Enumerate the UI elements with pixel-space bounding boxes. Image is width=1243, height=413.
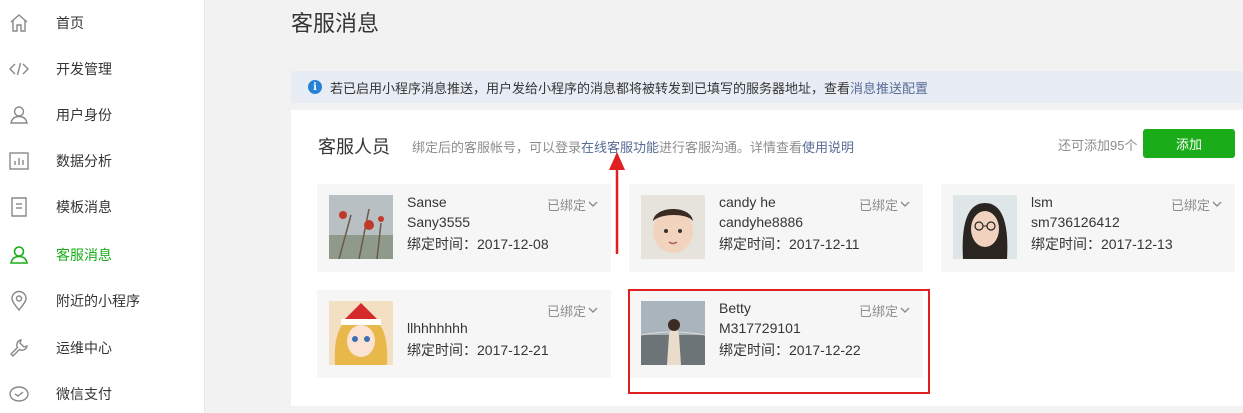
sidebar-item-user-identity[interactable]: 用户身份 [0,92,205,138]
sidebar-item-label: 开发管理 [56,61,112,77]
location-pin-icon [8,290,30,312]
card-bind-time: 绑定时间：2017-12-08 [407,236,549,252]
bind-status-dropdown[interactable]: 已绑定 [1171,195,1222,214]
panel-description: 绑定后的客服帐号，可以登录在线客服功能进行客服沟通。详情查看使用说明 [412,137,854,156]
sidebar-item-nearby-mini-program[interactable]: 附近的小程序 [0,278,205,324]
card-account: sm736126412 [1031,214,1120,230]
card-account: candyhe8886 [719,214,804,230]
service-account-card[interactable]: lsm sm736126412 绑定时间：2017-12-13 已绑定 [941,184,1235,272]
avatar [641,195,705,259]
sidebar-item-label: 客服消息 [56,247,112,263]
sidebar-item-label: 模板消息 [56,199,112,215]
panel-title: 客服人员 [318,137,390,157]
status-label: 已绑定 [858,198,898,213]
card-account: llhhhhhhh [407,320,468,336]
avatar [329,301,393,365]
home-icon [8,12,30,34]
usage-guide-link[interactable]: 使用说明 [802,140,854,155]
document-icon [8,196,30,218]
bind-status-dropdown[interactable]: 已绑定 [547,195,598,214]
service-account-card[interactable]: candy he candyhe8886 绑定时间：2017-12-11 已绑定 [629,184,923,272]
user-icon [8,244,30,266]
notice-bar: i 若已启用小程序消息推送，用户发给小程序的消息都将被转发到已填写的服务器地址，… [291,71,1243,103]
quota-text: 还可添加95个 [1058,138,1138,153]
bar-chart-icon [8,150,30,172]
sidebar-item-label: 微信支付 [56,386,112,402]
sidebar-item-ops-center[interactable]: 运维中心 [0,325,205,371]
sidebar-item-home[interactable]: 首页 [0,0,205,46]
sidebar: 首页 开发管理 用户身份 数据分析 模板消息 客服消息 附近的小程序 运维中心 … [0,0,205,413]
service-account-card[interactable]: Sanse Sany3555 绑定时间：2017-12-08 已绑定 [317,184,611,272]
card-name: candy he [719,194,776,210]
sidebar-item-label: 数据分析 [56,153,112,169]
wrench-icon [8,337,30,359]
bind-status-dropdown[interactable]: 已绑定 [547,301,598,320]
desc-text: 绑定后的客服帐号，可以登录 [412,140,582,155]
annotation-arrow-icon [609,152,625,254]
sidebar-item-template-message[interactable]: 模板消息 [0,184,205,230]
avatar [329,195,393,259]
message-push-config-link[interactable]: 消息推送配置 [850,78,928,97]
sidebar-item-label: 运维中心 [56,340,112,356]
sidebar-item-dev-management[interactable]: 开发管理 [0,46,205,92]
status-label: 已绑定 [546,304,586,319]
code-icon [8,58,30,80]
card-account: Sany3555 [407,214,471,230]
sidebar-item-label: 用户身份 [56,107,112,123]
info-icon: i [308,80,322,94]
page-title: 客服消息 [291,11,380,36]
service-account-card[interactable]: llhhhhhhh 绑定时间：2017-12-21 已绑定 [317,290,611,378]
wechat-pay-icon [8,383,30,405]
card-name: Sanse [407,194,447,210]
bind-status-dropdown[interactable]: 已绑定 [859,195,910,214]
chevron-down-icon [1212,201,1222,207]
card-bind-time: 绑定时间：2017-12-21 [407,342,549,358]
add-button[interactable]: 添加 [1143,129,1235,158]
chevron-down-icon [588,201,598,207]
notice-text: 若已启用小程序消息推送，用户发给小程序的消息都将被转发到已填写的服务器地址，查看 [330,80,851,96]
sidebar-item-label: 附近的小程序 [56,293,140,309]
card-bind-time: 绑定时间：2017-12-13 [1031,236,1173,252]
status-label: 已绑定 [1170,198,1210,213]
avatar [953,195,1017,259]
card-bind-time: 绑定时间：2017-12-11 [719,236,860,252]
chevron-down-icon [588,307,598,313]
chevron-down-icon [900,201,910,207]
desc-text: 进行客服沟通。详情查看 [659,140,803,155]
highlight-box [628,289,930,394]
status-label: 已绑定 [546,198,586,213]
sidebar-item-label: 首页 [56,15,84,31]
sidebar-item-customer-service-message[interactable]: 客服消息 [0,232,205,278]
sidebar-item-wechat-pay[interactable]: 微信支付 [0,371,205,413]
card-name: lsm [1031,194,1053,210]
sidebar-item-data-analysis[interactable]: 数据分析 [0,138,205,184]
user-icon [8,104,30,126]
